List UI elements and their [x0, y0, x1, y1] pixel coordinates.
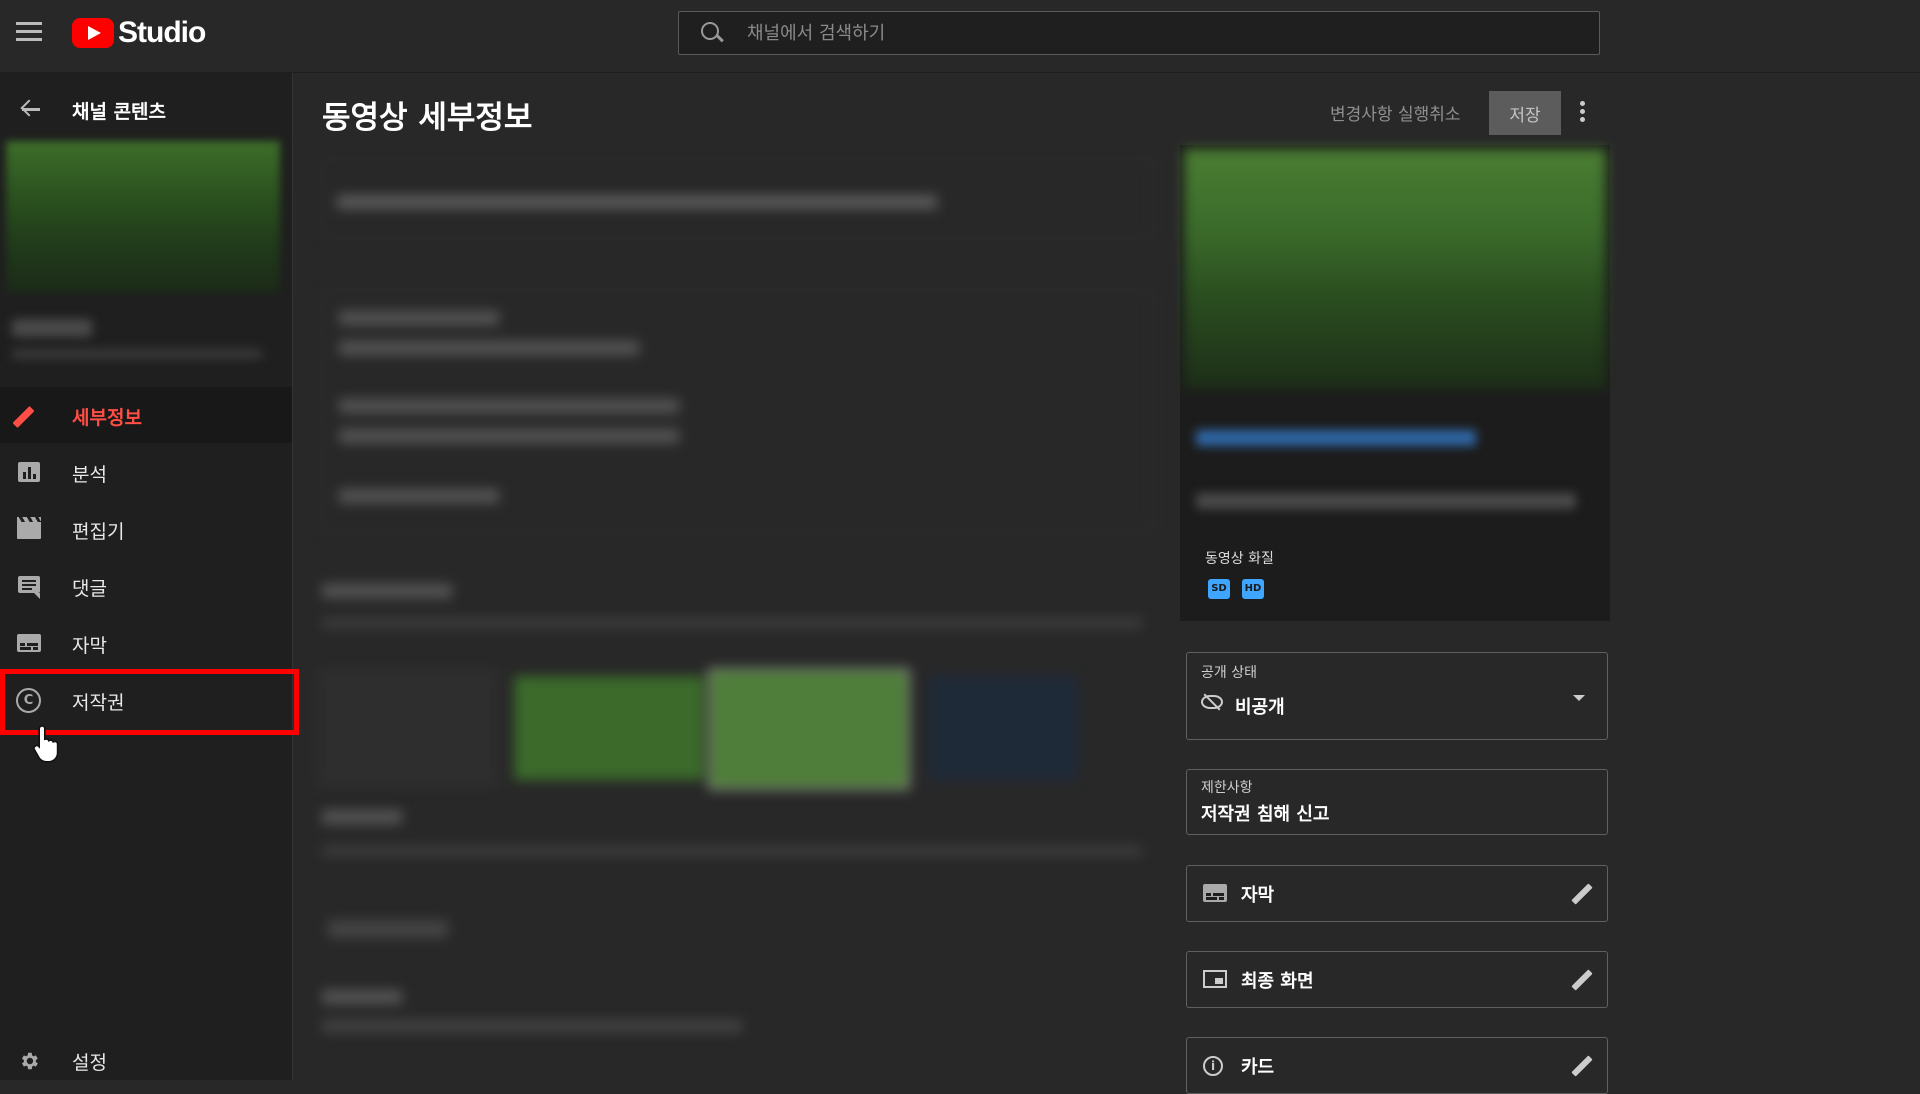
pencil-icon: [12, 403, 42, 428]
top-bar: Studio: [0, 0, 1920, 73]
visibility-dropdown[interactable]: 공개 상태 비공개: [1186, 652, 1608, 740]
studio-logo[interactable]: Studio: [72, 16, 206, 50]
restrictions-value: 저작권 침해 신고: [1201, 804, 1330, 825]
thumbnail-section-blur: [318, 580, 1158, 640]
search-input[interactable]: [745, 20, 1569, 46]
caret-down-icon: [1573, 695, 1585, 701]
menu-icon[interactable]: [16, 22, 42, 44]
sidebar-item-subtitles[interactable]: 자막: [0, 615, 292, 671]
edit-pencil-icon[interactable]: [1571, 969, 1593, 991]
thumbnail-options-blur[interactable]: [318, 668, 1078, 790]
video-subtitle-blur: [12, 349, 262, 359]
sidebar-item-analytics[interactable]: 분석: [0, 444, 292, 500]
subtitles-icon: [16, 631, 42, 655]
brand-label: Studio: [118, 16, 206, 49]
visibility-value: 비공개: [1235, 697, 1285, 718]
sidebar-item-label: 분석: [72, 464, 107, 486]
channel-content-title: 채널 콘텐츠: [72, 101, 167, 123]
video-title-blur: [12, 319, 92, 337]
restrictions-field[interactable]: 제한사항 저작권 침해 신고: [1186, 769, 1608, 835]
sidebar-item-comments[interactable]: 댓글: [0, 558, 292, 614]
sidebar-item-editor[interactable]: 편집기: [0, 501, 292, 557]
restrictions-label: 제한사항: [1201, 780, 1253, 796]
title-field-blur[interactable]: [322, 158, 1154, 238]
cards-label: 카드: [1241, 1057, 1275, 1078]
comment-icon: [16, 574, 42, 599]
edit-pencil-icon[interactable]: [1571, 1055, 1593, 1077]
sidebar-item-label: 편집기: [72, 521, 125, 543]
sidebar-item-label: 세부정보: [72, 407, 142, 429]
subtitles-label: 자막: [1241, 885, 1275, 906]
filename-blur: [1196, 493, 1576, 509]
save-button[interactable]: 저장: [1489, 91, 1561, 135]
audience-section-blur: [318, 990, 1158, 1070]
sd-badge: SD: [1208, 579, 1230, 599]
hand-cursor-icon: [33, 725, 59, 763]
back-arrow-icon[interactable]: [20, 99, 40, 119]
end-screen-label: 최종 화면: [1241, 971, 1314, 992]
end-screen-row[interactable]: 최종 화면: [1186, 951, 1608, 1008]
hd-badge: HD: [1242, 579, 1264, 599]
more-options-icon[interactable]: [1580, 101, 1586, 125]
sidebar-item-label: 댓글: [72, 578, 107, 600]
clapperboard-icon: [16, 517, 42, 541]
sidebar-item-label: 설정: [72, 1052, 107, 1074]
video-preview-player[interactable]: [1184, 149, 1606, 389]
subtitles-row[interactable]: 자막: [1186, 865, 1608, 922]
description-field-blur[interactable]: [322, 290, 1154, 532]
search-icon: [701, 22, 719, 40]
video-link-blur[interactable]: [1196, 430, 1476, 446]
subtitles-icon: [1203, 884, 1227, 902]
page-title: 동영상 세부정보: [322, 100, 533, 136]
youtube-play-icon: [72, 18, 114, 48]
playlist-section-blur: [318, 810, 1158, 950]
eye-off-icon: [1201, 695, 1223, 709]
sidebar-item-label: 자막: [72, 635, 107, 657]
gear-icon: [16, 1048, 42, 1072]
visibility-label: 공개 상태: [1201, 665, 1257, 681]
end-screen-icon: [1203, 970, 1227, 988]
sidebar: 채널 콘텐츠 세부정보 분석 편집기 댓글 자막 C 저작권 설정: [0, 73, 293, 1080]
info-icon: i: [1203, 1056, 1223, 1076]
analytics-icon: [16, 460, 42, 484]
sidebar-item-details[interactable]: 세부정보: [0, 387, 292, 443]
edit-pencil-icon[interactable]: [1571, 883, 1593, 905]
video-thumbnail[interactable]: [6, 141, 280, 293]
video-quality-label: 동영상 화질: [1205, 551, 1274, 567]
search-box[interactable]: [678, 11, 1600, 55]
back-row[interactable]: 채널 콘텐츠: [0, 91, 292, 129]
undo-changes-button[interactable]: 변경사항 실행취소: [1330, 100, 1461, 125]
cards-row[interactable]: i 카드: [1186, 1037, 1608, 1094]
